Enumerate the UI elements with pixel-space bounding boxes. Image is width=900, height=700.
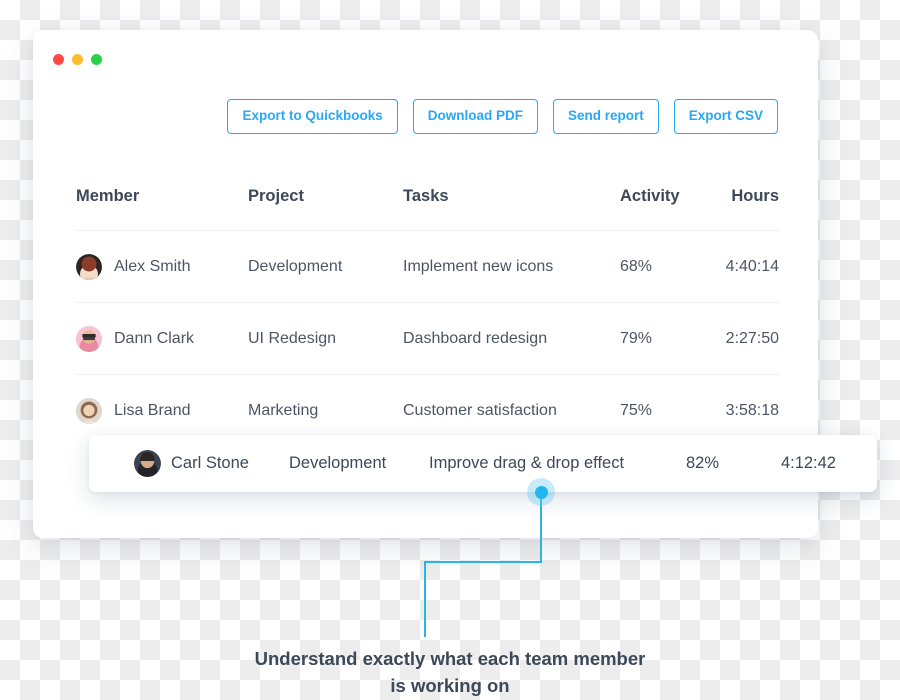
project-cell: Development: [289, 454, 387, 472]
hours-cell: 4:40:14: [725, 257, 779, 275]
member-name: Carl Stone: [171, 454, 249, 472]
member-cell: Lisa Brand: [76, 397, 248, 424]
callout-caption-line-1: Understand exactly what each team member: [254, 648, 646, 669]
project-cell: Development: [248, 257, 343, 275]
member-name: Alex Smith: [114, 257, 191, 275]
activity-cell: 79%: [620, 329, 653, 347]
column-header-project: Project: [248, 186, 304, 205]
window-traffic-lights: [53, 54, 102, 65]
column-header-hours: Hours: [731, 186, 779, 205]
window-minimize-icon[interactable]: [72, 54, 83, 65]
activity-cell: 68%: [620, 257, 653, 275]
export-to-quickbooks-button[interactable]: Export to Quickbooks: [227, 99, 398, 134]
task-cell: Improve drag & drop effect: [429, 454, 625, 472]
activity-cell: 82%: [686, 454, 720, 472]
screenshot-stage: Export to Quickbooks Download PDF Send r…: [0, 0, 900, 700]
table-row[interactable]: Dann Clark UI Redesign Dashboard redesig…: [76, 302, 779, 374]
avatar-dann-clark: [76, 325, 102, 352]
member-cell: Dann Clark: [76, 325, 248, 352]
callout-caption: Understand exactly what each team member…: [0, 645, 900, 699]
download-pdf-button[interactable]: Download PDF: [412, 99, 538, 134]
project-cell: UI Redesign: [248, 329, 337, 347]
table-header-row: Member Project Tasks Activity Hours: [76, 162, 779, 230]
activity-cell: 75%: [620, 401, 653, 419]
export-actions-toolbar: Export to Quickbooks Download PDF Send r…: [227, 99, 778, 134]
hours-cell: 2:27:50: [725, 329, 779, 347]
window-close-icon[interactable]: [53, 54, 64, 65]
task-cell: Customer satisfaction: [403, 401, 557, 419]
column-header-tasks: Tasks: [403, 186, 449, 205]
export-csv-button[interactable]: Export CSV: [673, 99, 778, 134]
column-header-activity: Activity: [620, 186, 680, 205]
hours-cell: 3:58:18: [725, 401, 779, 419]
hours-cell: 4:12:42: [780, 454, 836, 472]
member-cell: Carl Stone: [134, 450, 289, 477]
project-cell: Marketing: [248, 401, 319, 419]
task-cell: Dashboard redesign: [403, 329, 548, 347]
highlighted-table-row[interactable]: Carl Stone Development Improve drag & dr…: [89, 435, 877, 492]
time-report-table: Member Project Tasks Activity Hours Alex…: [76, 162, 779, 446]
avatar-lisa-brand: [76, 397, 102, 424]
window-maximize-icon[interactable]: [91, 54, 102, 65]
send-report-button[interactable]: Send report: [552, 99, 659, 134]
task-cell: Implement new icons: [403, 257, 554, 275]
avatar-carl-stone: [134, 450, 161, 477]
callout-caption-line-2: is working on: [390, 675, 510, 696]
callout-pin-core-icon: [534, 485, 548, 499]
table-row[interactable]: Alex Smith Development Implement new ico…: [76, 230, 779, 302]
callout-pin-icon: [527, 478, 555, 506]
member-cell: Alex Smith: [76, 253, 248, 280]
member-name: Lisa Brand: [114, 401, 191, 419]
avatar-alex-smith: [76, 253, 102, 280]
column-header-member: Member: [76, 186, 140, 205]
member-name: Dann Clark: [114, 329, 195, 347]
